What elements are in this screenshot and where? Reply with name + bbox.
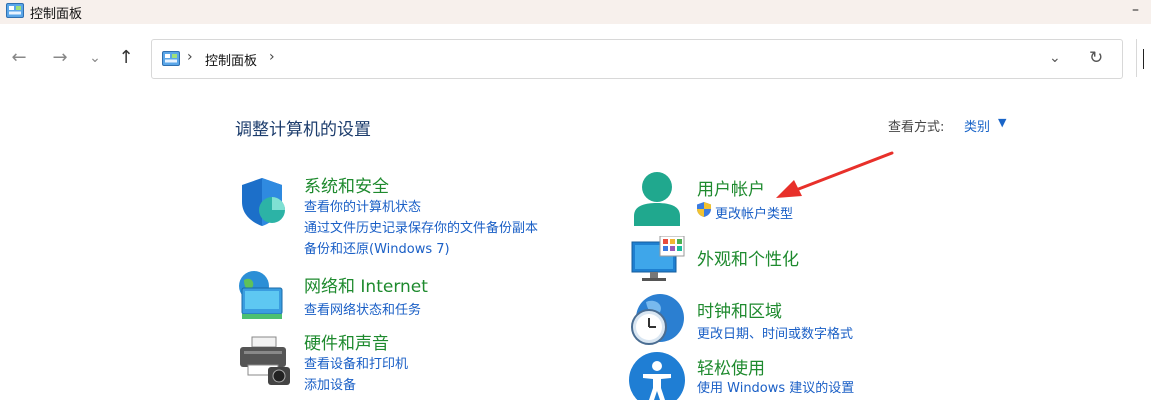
chevron-down-icon[interactable]: ▼ (998, 116, 1006, 129)
window-title: 控制面板 (30, 7, 83, 22)
navigation-bar: ← → ⌄ ↑ › 控制面板 › ⌄ ↻ (0, 36, 1151, 82)
monitor-icon[interactable] (630, 236, 686, 284)
category-title-system-security[interactable]: 系统和安全 (304, 172, 389, 197)
link-devices-printers[interactable]: 查看设备和打印机 (304, 353, 408, 372)
user-icon[interactable] (630, 170, 684, 228)
category-title-clock-region[interactable]: 时钟和区域 (697, 297, 782, 322)
category-title-appearance[interactable]: 外观和个性化 (697, 245, 799, 270)
minimize-button[interactable]: – (1132, 2, 1139, 18)
forward-button[interactable]: → (49, 46, 71, 70)
category-title-network-internet[interactable]: 网络和 Internet (304, 272, 428, 297)
address-dropdown-button[interactable]: ⌄ (1049, 50, 1061, 66)
category-title-user-accounts[interactable]: 用户帐户 (697, 175, 765, 200)
search-input[interactable] (1136, 39, 1151, 77)
breadcrumb-separator[interactable]: › (187, 49, 193, 65)
link-view-computer-status[interactable]: 查看你的计算机状态 (304, 196, 421, 215)
view-by-label: 查看方式: (888, 120, 945, 135)
printer-icon[interactable] (238, 335, 292, 387)
link-add-device[interactable]: 添加设备 (304, 374, 356, 393)
category-title-hardware-sound[interactable]: 硬件和声音 (304, 329, 389, 354)
link-recommended-settings[interactable]: 使用 Windows 建议的设置 (697, 377, 854, 396)
up-button[interactable]: ↑ (115, 46, 137, 70)
link-network-status[interactable]: 查看网络状态和任务 (304, 299, 421, 318)
link-change-date-time-format[interactable]: 更改日期、时间或数字格式 (697, 323, 853, 342)
clock-globe-icon[interactable] (628, 292, 686, 348)
breadcrumb-separator[interactable]: › (269, 49, 275, 65)
annotation-arrow-icon (776, 151, 894, 198)
network-globe-icon[interactable] (236, 268, 290, 322)
control-panel-icon (162, 51, 180, 66)
back-button[interactable]: ← (8, 46, 30, 70)
control-panel-icon (6, 3, 24, 18)
uac-shield-icon (697, 202, 711, 217)
shield-icon[interactable] (238, 176, 290, 228)
title-bar: 控制面板 – (0, 0, 1151, 24)
link-file-history[interactable]: 通过文件历史记录保存你的文件备份副本 (304, 217, 538, 236)
recent-locations-button[interactable]: ⌄ (84, 46, 106, 70)
address-bar[interactable]: › 控制面板 › ⌄ ↻ (151, 39, 1123, 79)
view-by-dropdown[interactable]: 类别 (964, 116, 990, 135)
refresh-button[interactable]: ↻ (1089, 48, 1103, 68)
link-backup-restore[interactable]: 备份和还原(Windows 7) (304, 238, 450, 257)
breadcrumb-control-panel[interactable]: 控制面板 (205, 50, 257, 69)
page-title: 调整计算机的设置 (235, 120, 371, 140)
category-title-ease-of-access[interactable]: 轻松使用 (697, 354, 765, 379)
accessibility-icon[interactable] (629, 352, 685, 400)
